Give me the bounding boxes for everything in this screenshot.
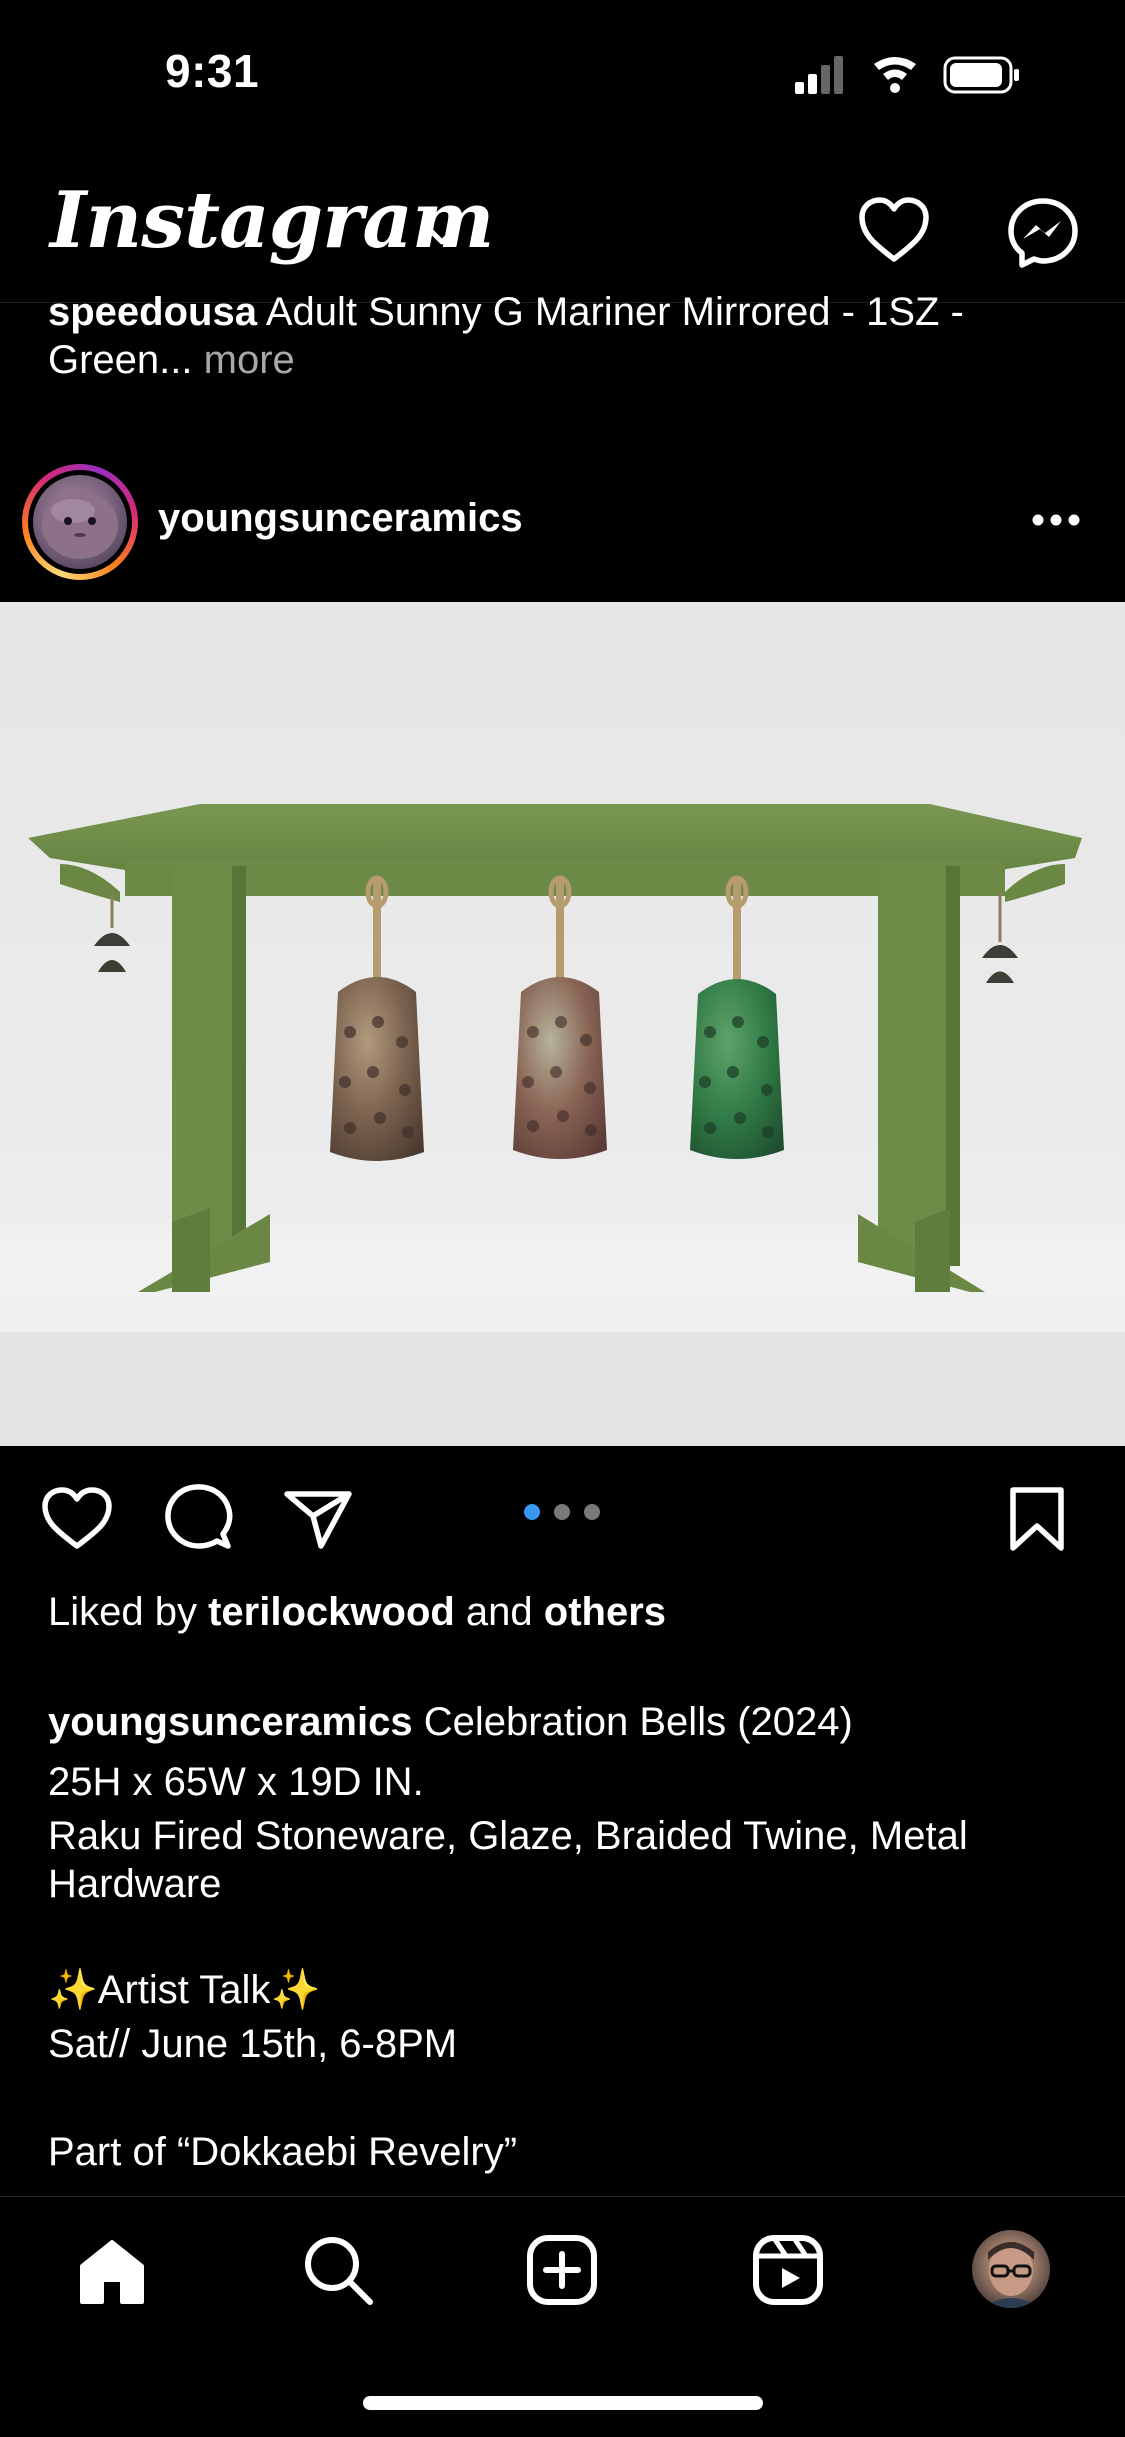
wifi-icon [874,57,916,93]
caption-materials: Raku Fired Stoneware, Glaze, Braided Twi… [48,1814,968,1906]
messenger-icon[interactable] [1005,195,1081,271]
caption-username[interactable]: youngsunceramics [48,1700,413,1744]
chevron-down-icon[interactable] [422,220,462,250]
more-link[interactable]: more [193,338,295,382]
reels-icon[interactable] [750,2232,826,2308]
caption-title: Celebration Bells (2024) [412,1700,853,1744]
liked-by-text[interactable]: Liked by terilockwood and others [48,1590,666,1635]
more-options-icon[interactable] [1030,512,1082,528]
home-indicator [363,2396,763,2410]
caption-date: Sat// June 15th, 6-8PM [48,2022,458,2066]
liked-by-middle: and [454,1590,544,1634]
status-time: 9:31 [165,45,260,97]
share-icon[interactable] [283,1488,353,1550]
create-icon[interactable] [524,2232,600,2308]
previous-post-caption: speedousa Adult Sunny G Mariner Mirrored… [48,288,1088,384]
carousel-indicator [524,1504,600,1520]
caption-dimensions: 25H x 65W x 19D IN. [48,1760,424,1804]
heart-icon[interactable] [856,195,932,265]
liked-by-user[interactable]: terilockwood [208,1590,455,1634]
battery-icon [943,56,1019,94]
search-icon[interactable] [300,2232,376,2308]
comment-icon[interactable] [163,1482,233,1552]
caption-event: ✨Artist Talk✨ [48,1968,321,2012]
like-icon[interactable] [40,1486,114,1552]
home-icon[interactable] [76,2236,148,2306]
liked-by-prefix: Liked by [48,1590,209,1634]
post-caption: youngsunceramics Celebration Bells (2024… [48,1650,1088,1746]
caption-part-of: Part of “Dokkaebi Revelry” [48,2130,518,2174]
liked-by-others[interactable]: others [544,1590,666,1634]
previous-post-username[interactable]: speedousa [48,290,257,334]
post-username[interactable]: youngsunceramics [158,496,523,541]
profile-avatar[interactable] [972,2230,1050,2308]
status-icons [795,56,1019,94]
post-image[interactable] [0,602,1125,1446]
post-avatar[interactable] [33,475,127,569]
signal-icon [795,56,843,94]
save-icon[interactable] [1008,1486,1066,1552]
